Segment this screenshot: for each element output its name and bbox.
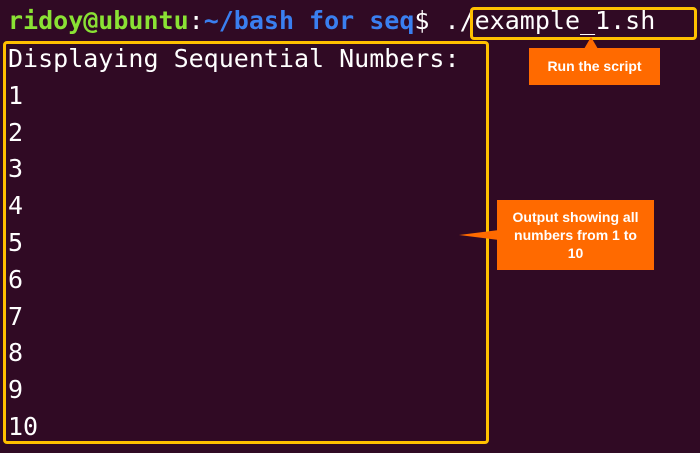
output-callout-text: Output showing all numbers from 1 to 10 [512, 208, 639, 262]
output-callout: Output showing all numbers from 1 to 10 [459, 200, 654, 270]
run-script-callout: Run the script [529, 37, 660, 85]
terminal-window[interactable]: ridoy@ubuntu:~/bash for seq$ ./example_1… [0, 0, 700, 453]
prompt-colon: : [188, 6, 204, 35]
prompt-user-host: ridoy@ubuntu [8, 6, 189, 35]
prompt-path: ~/bash for seq [203, 6, 415, 35]
prompt-dollar: $ [414, 6, 430, 35]
run-script-callout-text: Run the script [547, 58, 642, 75]
output-highlight-box [3, 41, 489, 444]
command-highlight-box [470, 7, 697, 40]
